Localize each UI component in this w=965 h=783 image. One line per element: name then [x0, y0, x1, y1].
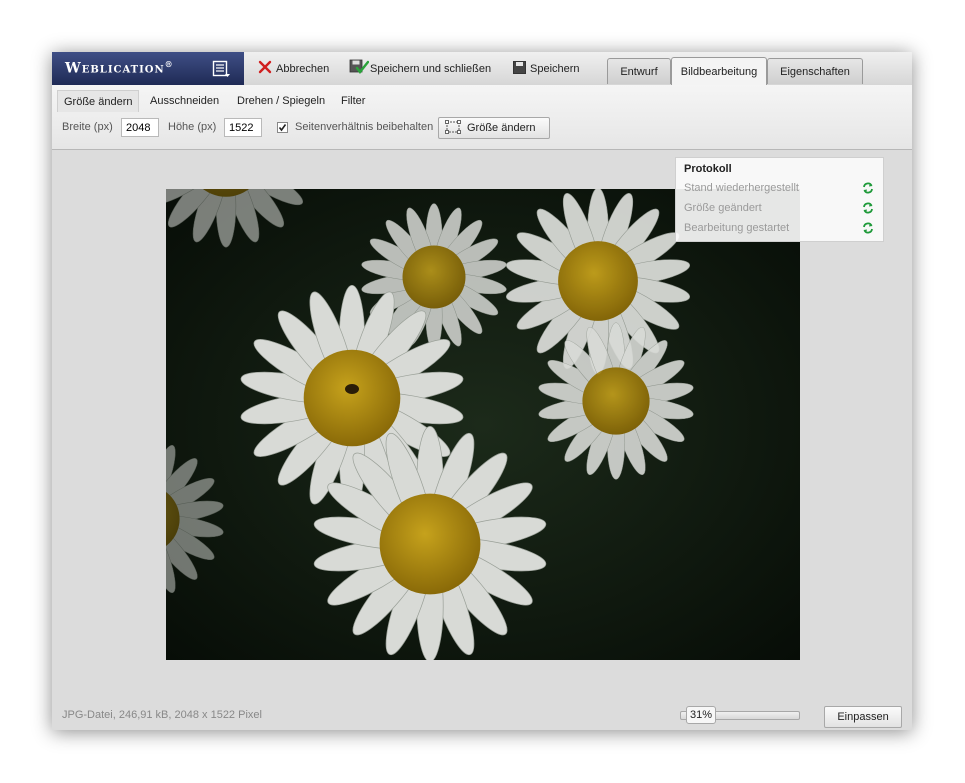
editor-window: Weblication® Abbrechen Speichern und sch…: [52, 52, 912, 730]
tab-label: Entwurf: [620, 65, 658, 78]
save-and-close-label: Speichern und schließen: [370, 62, 492, 75]
tab-label: Eigenschaften: [780, 65, 850, 78]
protocol-entry-label: Größe geändert: [684, 202, 762, 214]
file-info: JPG-Datei, 246,91 kB, 2048 x 1522 Pixel: [62, 709, 262, 721]
tab-bildbearbeitung[interactable]: Bildbearbeitung: [671, 57, 767, 85]
tab-eigenschaften[interactable]: Eigenschaften: [767, 58, 863, 84]
width-label: Breite (px): [62, 121, 113, 133]
protocol-entry[interactable]: Bearbeitung gestartet: [684, 222, 876, 234]
top-bar: Weblication® Abbrechen Speichern und sch…: [52, 52, 912, 86]
tab-label: Bildbearbeitung: [680, 65, 758, 78]
width-input[interactable]: [121, 118, 159, 137]
keep-ratio-checkbox[interactable]: [277, 122, 288, 133]
tab-entwurf[interactable]: Entwurf: [607, 58, 671, 84]
daisy-photo: [166, 189, 800, 660]
menu-icon[interactable]: [212, 60, 230, 78]
close-icon: [258, 60, 272, 77]
save-button[interactable]: Speichern: [513, 52, 580, 85]
height-input[interactable]: [224, 118, 262, 137]
save-check-icon: [349, 59, 370, 78]
keep-ratio-label: Seitenverhältnis beibehalten: [295, 121, 434, 133]
brand-logo: Weblication®: [65, 59, 174, 77]
subtab-label: Ausschneiden: [150, 95, 220, 107]
restore-icon[interactable]: [862, 202, 874, 217]
save-label: Speichern: [530, 62, 580, 75]
height-label: Höhe (px): [168, 121, 217, 133]
zoom-handle[interactable]: 31%: [686, 706, 716, 724]
fit-button[interactable]: Einpassen: [824, 706, 902, 728]
protocol-entry[interactable]: Größe geändert: [684, 202, 876, 214]
subtab-label: Filter: [341, 95, 366, 107]
subtab-label: Drehen / Spiegeln: [237, 95, 326, 107]
cancel-label: Abbrechen: [276, 62, 330, 75]
subtab-crop[interactable]: Ausschneiden: [144, 90, 225, 112]
save-and-close-button[interactable]: Speichern und schließen: [349, 52, 491, 85]
cancel-button[interactable]: Abbrechen: [258, 52, 329, 85]
brand-bar: Weblication®: [52, 52, 244, 85]
protocol-entry[interactable]: Stand wiederhergestellt: [684, 182, 876, 194]
protocol-entry-label: Stand wiederhergestellt: [684, 182, 799, 194]
floppy-icon: [513, 60, 526, 77]
subtab-label: Größe ändern: [64, 95, 133, 108]
zoom-value: 31%: [689, 709, 713, 721]
fit-label: Einpassen: [837, 711, 889, 723]
image-tool-panel: Größe ändern Ausschneiden Drehen / Spieg…: [52, 85, 912, 150]
restore-icon[interactable]: [862, 182, 874, 197]
restore-icon[interactable]: [862, 222, 874, 237]
protocol-entry-label: Bearbeitung gestartet: [684, 222, 790, 234]
protocol-title: Protokoll: [684, 163, 732, 175]
apply-resize-button[interactable]: Größe ändern: [438, 117, 550, 139]
protocol-panel: Protokoll Stand wiederhergestellt Größe …: [675, 157, 884, 242]
resize-icon: [445, 119, 461, 137]
image-canvas[interactable]: [166, 189, 800, 660]
subtab-rotate-flip[interactable]: Drehen / Spiegeln: [231, 90, 331, 112]
subtab-resize[interactable]: Größe ändern: [57, 90, 140, 112]
apply-resize-label: Größe ändern: [467, 122, 536, 134]
subtab-filter[interactable]: Filter: [335, 90, 371, 112]
